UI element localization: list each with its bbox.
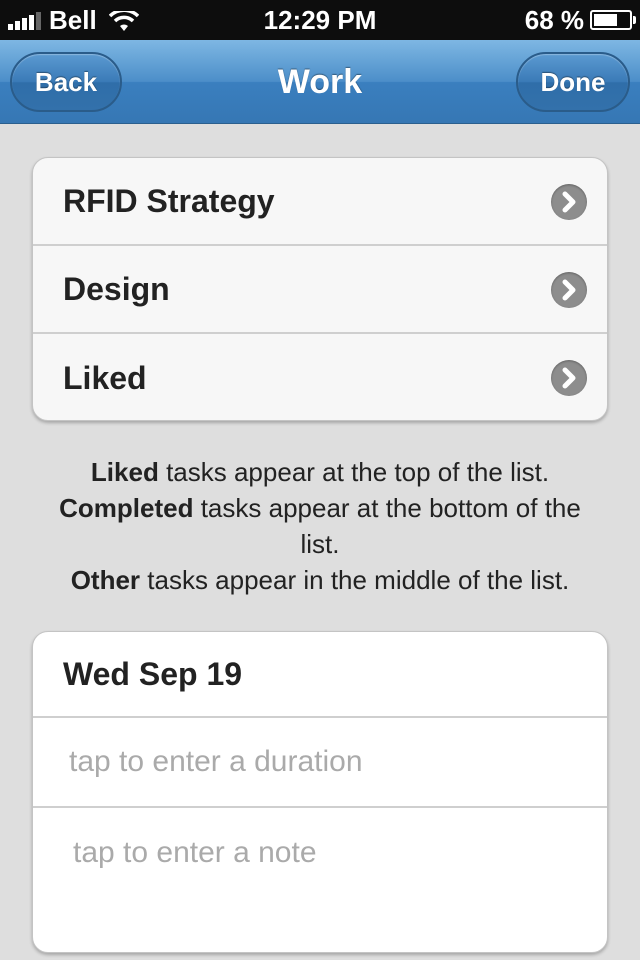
note-field[interactable]: tap to enter a note bbox=[33, 808, 607, 952]
category-row-liked[interactable]: Liked bbox=[33, 334, 607, 420]
info-line-liked: Liked tasks appear at the top of the lis… bbox=[90, 457, 550, 487]
battery-percentage: 68 % bbox=[524, 4, 584, 35]
battery-icon bbox=[590, 10, 636, 30]
status-right: 68 % bbox=[524, 0, 636, 40]
category-row-design[interactable]: Design bbox=[33, 246, 607, 334]
category-label: Liked bbox=[63, 359, 147, 396]
disclosure-chevron-icon[interactable] bbox=[551, 360, 587, 396]
date-row[interactable]: Wed Sep 19 bbox=[33, 632, 607, 718]
task-detail-card: Wed Sep 19 tap to enter a duration tap t… bbox=[32, 631, 608, 953]
disclosure-chevron-icon[interactable] bbox=[551, 184, 587, 220]
info-line-completed: Completed tasks appear at the bottom of … bbox=[59, 493, 581, 559]
done-button[interactable]: Done bbox=[516, 52, 630, 112]
category-label: Design bbox=[63, 270, 170, 307]
disclosure-chevron-icon[interactable] bbox=[551, 272, 587, 308]
back-button[interactable]: Back bbox=[10, 52, 122, 112]
battery-fill bbox=[594, 14, 618, 26]
category-list: RFID Strategy Design Liked bbox=[32, 157, 608, 421]
sort-info-text: Liked tasks appear at the top of the lis… bbox=[40, 454, 600, 598]
category-label: RFID Strategy bbox=[63, 182, 275, 219]
navigation-bar: Work Back Done bbox=[0, 40, 640, 124]
info-line-other: Other tasks appear in the middle of the … bbox=[70, 565, 570, 595]
category-row-rfid-strategy[interactable]: RFID Strategy bbox=[33, 158, 607, 246]
duration-field[interactable]: tap to enter a duration bbox=[33, 718, 607, 808]
status-bar: Bell 12:29 PM 68 % bbox=[0, 0, 640, 40]
